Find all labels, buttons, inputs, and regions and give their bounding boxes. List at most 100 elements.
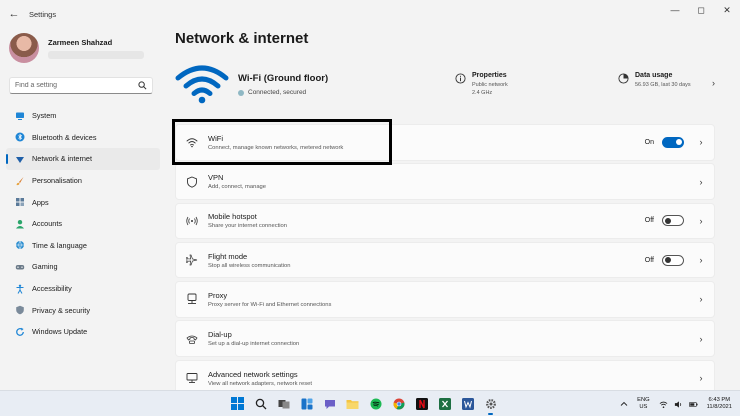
page-title: Network & internet [175,30,309,47]
advanced-network-icon [186,372,198,384]
sidebar-item-apps[interactable]: Apps [6,191,160,213]
dial-up-card[interactable]: Dial-up Set up a dial-up internet connec… [175,320,715,357]
search-input[interactable] [15,82,137,89]
connection-status-text: Connected, secured [248,89,307,96]
back-button[interactable]: ← [2,2,26,26]
clock[interactable]: 6:43 PM 11/8/2021 [707,397,732,411]
language-indicator[interactable]: ENG US [637,397,650,411]
sidebar-item-network[interactable]: Network & internet [6,148,160,170]
card-title: Advanced network settings [208,369,298,379]
card-description: View all network adapters, network reset [208,380,312,387]
volume-icon[interactable] [674,400,683,409]
card-title: WiFi [208,133,223,143]
data-usage-link[interactable]: Data usage 56.93 GB, last 30 days [618,72,691,89]
sidebar-item-label: Accounts [32,219,63,229]
network-icon [15,154,25,164]
airplane-icon [186,254,198,266]
search-icon[interactable] [252,395,269,412]
sidebar-item-label: Privacy & security [32,305,90,315]
data-usage-icon [618,73,629,84]
close-button[interactable]: ✕ [714,0,740,20]
sidebar-item-accessibility[interactable]: Accessibility [6,278,160,300]
card-description: Connect, manage known networks, metered … [208,144,344,151]
dialup-icon [186,333,198,345]
chevron-right-icon: › [699,294,703,305]
wifi-toggle[interactable] [662,136,684,148]
wifi-status-icon[interactable] [659,400,668,409]
maximize-button[interactable]: ◻ [688,0,714,20]
properties-link[interactable]: Properties Public network 2.4 GHz [455,72,508,97]
region-code: US [639,404,648,410]
sidebar-item-system[interactable]: System [6,105,160,127]
globe-icon [15,240,25,250]
spotify-icon[interactable] [367,395,384,412]
sidebar-item-label: Network & internet [32,154,93,164]
chevron-up-icon[interactable] [619,400,628,409]
proxy-card[interactable]: Proxy Proxy server for Wi-Fi and Etherne… [175,281,715,318]
toggle-state-label: On [644,138,654,146]
netflix-icon[interactable] [413,395,430,412]
card-description: Proxy server for Wi-Fi and Ethernet conn… [208,301,332,308]
status-indicator-icon [238,89,244,96]
shield-icon [15,305,25,315]
data-usage-title: Data usage [635,72,673,79]
brush-icon [15,176,25,186]
clock-time: 6:43 PM [708,397,731,403]
connection-status: Connected, secured [238,89,306,96]
task-view-icon[interactable] [275,395,292,412]
sidebar-item-label: Accessibility [32,284,72,294]
excel-icon[interactable] [436,395,453,412]
card-title: Proxy [208,290,228,300]
sidebar-item-gaming[interactable]: Gaming [6,256,160,278]
connected-network-name: Wi-Fi (Ground floor) [238,73,329,84]
properties-network-type: Public network [472,82,508,88]
title-bar: ← Settings — ◻ ✕ [0,0,740,28]
update-icon [15,327,25,337]
chevron-right-icon[interactable]: › [712,78,715,88]
profile-name: Zarmeen Shahzad [48,37,113,47]
chevron-right-icon: › [699,373,703,384]
hotspot-icon [186,215,198,227]
profile-email-redacted [48,50,144,59]
chevron-right-icon: › [699,215,703,226]
chat-icon[interactable] [321,395,338,412]
sidebar-item-accounts[interactable]: Accounts [6,213,160,235]
chrome-icon[interactable] [390,395,407,412]
sidebar-item-personalisation[interactable]: Personalisation [6,170,160,192]
sidebar-item-label: Apps [32,197,49,207]
minimize-button[interactable]: — [662,0,688,20]
card-title: Mobile hotspot [208,212,257,222]
widgets-icon[interactable] [298,395,315,412]
flight-mode-toggle[interactable] [662,254,684,266]
sidebar-item-bluetooth[interactable]: Bluetooth & devices [6,127,160,149]
apps-icon [15,197,25,207]
sidebar-item-time-language[interactable]: Time & language [6,235,160,257]
clock-date: 11/8/2021 [706,404,732,410]
mobile-hotspot-card[interactable]: Mobile hotspot Share your internet conne… [175,202,715,240]
sidebar-item-label: Windows Update [32,327,88,337]
user-profile[interactable]: Zarmeen Shahzad [9,32,159,64]
settings-icon[interactable] [482,395,499,415]
search-box[interactable] [9,77,153,94]
file-explorer-icon[interactable] [344,395,361,412]
sidebar-item-windows-update[interactable]: Windows Update [6,321,160,343]
properties-band: 2.4 GHz [472,90,493,96]
sidebar-nav: System Bluetooth & devices Network & int… [6,105,160,343]
system-tray: ENG US 6:43 PM 11/8/2021 [616,394,732,414]
card-description: Add, connect, manage [208,184,267,191]
chevron-right-icon: › [699,137,703,148]
search-icon[interactable] [137,81,147,91]
mobile-hotspot-toggle[interactable] [662,215,684,227]
battery-icon[interactable] [688,400,698,409]
sidebar-item-privacy-security[interactable]: Privacy & security [6,299,160,321]
windows-start-icon[interactable] [229,395,246,412]
flight-mode-card[interactable]: Flight mode Stop all wireless communicat… [175,241,715,279]
vpn-card[interactable]: VPN Add, connect, manage › [175,163,715,200]
connection-summary: Wi-Fi (Ground floor) Connected, secured … [175,64,715,112]
wifi-card[interactable]: WiFi Connect, manage known networks, met… [175,124,715,161]
word-icon[interactable] [459,395,476,412]
taskbar-apps [229,395,505,415]
card-description: Set up a dial-up internet connection [208,341,300,348]
card-description: Share your internet connection [208,223,287,230]
accessibility-icon [15,284,25,294]
